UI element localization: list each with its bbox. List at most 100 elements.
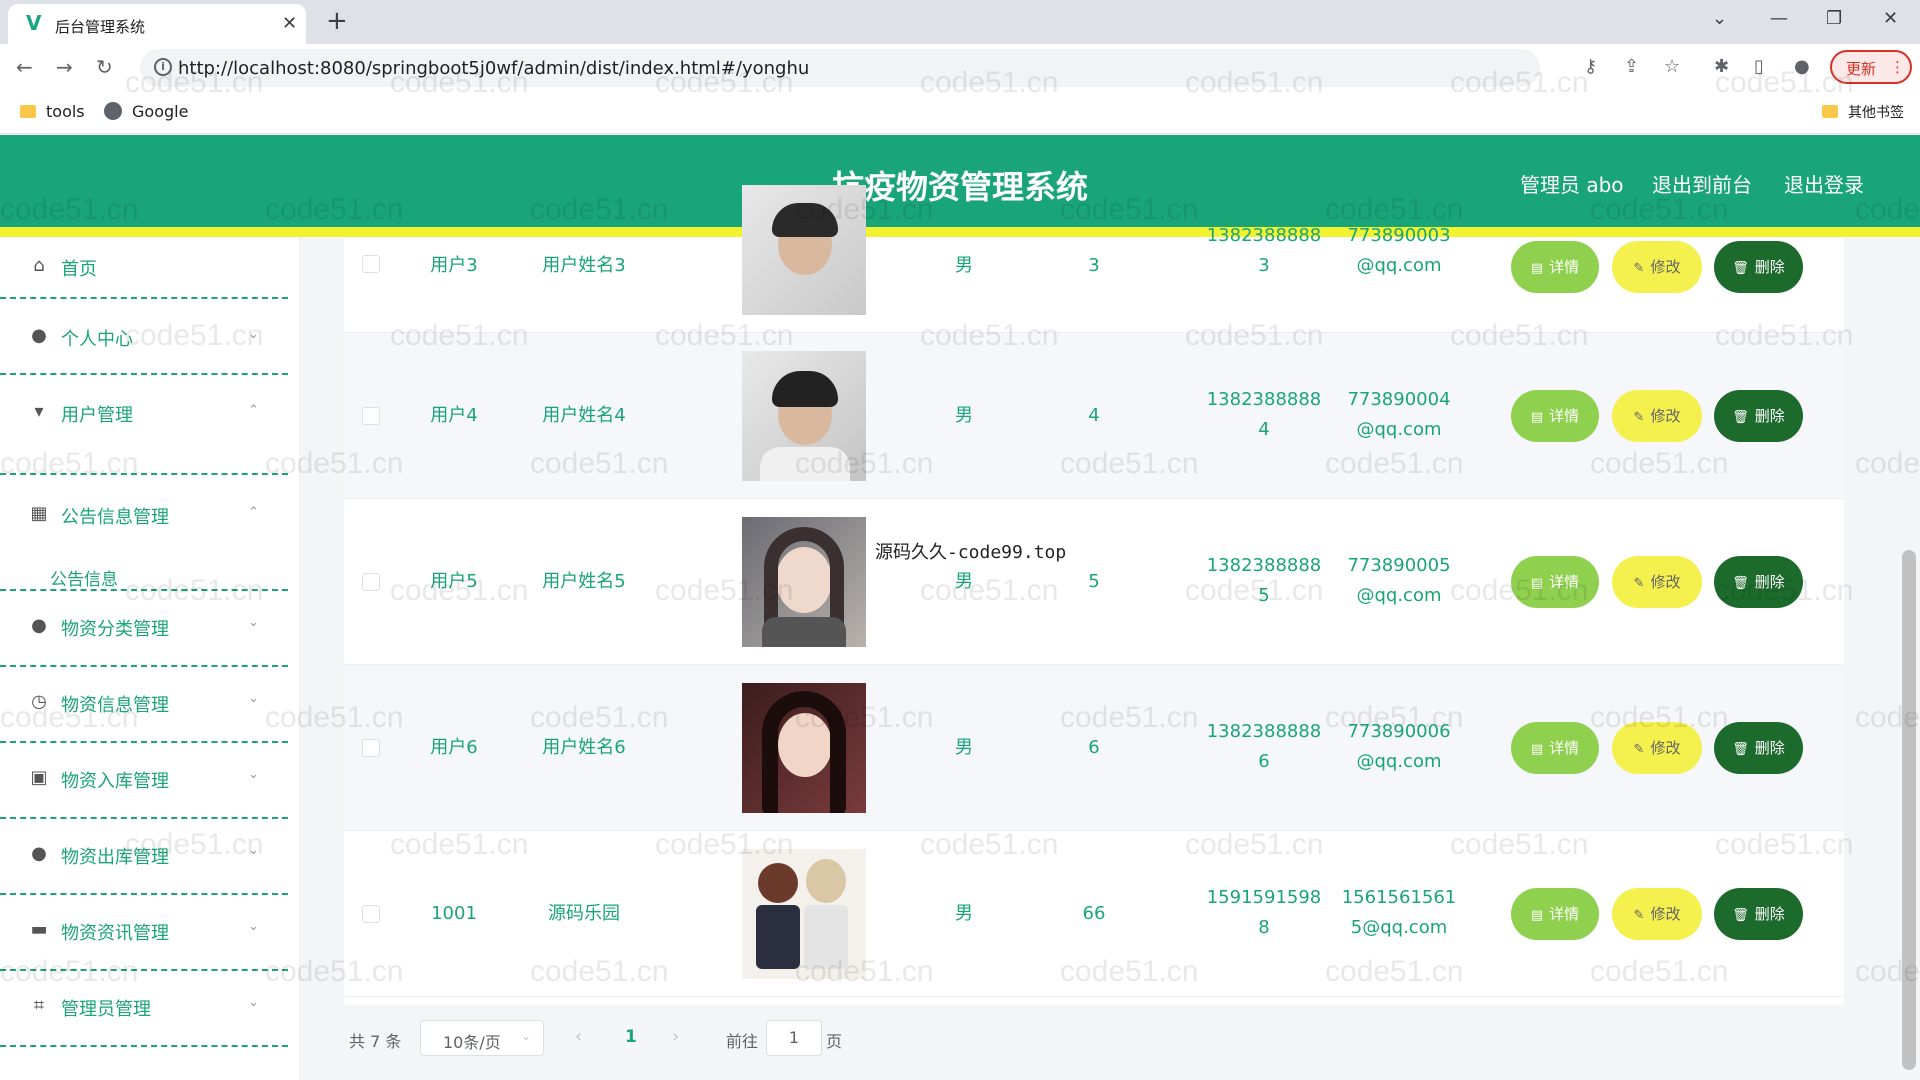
edit-button[interactable]: ✎ 修改 [1612,241,1702,293]
edit-button[interactable]: ✎ 修改 [1612,390,1702,442]
edit-button[interactable]: ✎ 修改 [1612,888,1702,940]
detail-button[interactable]: ▤ 详情 [1511,722,1599,774]
edit-button[interactable]: ✎ 修改 [1612,722,1702,774]
cell-phone: 1382388888 [1206,721,1322,742]
new-tab-icon[interactable]: + [326,6,348,36]
detail-button[interactable]: ▤ 详情 [1511,888,1599,940]
share-icon[interactable]: ⇪ [1624,56,1639,77]
site-info-icon[interactable]: i [154,58,172,76]
pager-page-number[interactable]: 1 [625,1027,637,1047]
sidebar-item-personal[interactable]: ● 个人中心 ⌄ [0,299,288,375]
detail-button[interactable]: ▤ 详情 [1511,556,1599,608]
cell-name: 用户姓名5 [542,571,626,592]
other-bookmarks[interactable]: 其他书签 [1822,102,1904,122]
menu-kebab-icon: ⋮ [1890,58,1905,76]
table-row: 用户5 用户姓名5 男 5 1382388888 5 773890005 @qq… [344,499,1844,665]
delete-button[interactable]: 🗑 删除 [1714,556,1803,608]
cell-account: 用户5 [430,571,478,592]
sidebar-item-material-info[interactable]: ◷ 物资信息管理 ⌄ [0,667,288,743]
cell-email-cont: @qq.com [1356,585,1442,606]
extensions-icon[interactable]: ✱ [1714,56,1729,77]
user-icon: ● [31,615,47,636]
star-icon[interactable]: ☆ [1664,56,1680,77]
detail-button[interactable]: ▤ 详情 [1511,241,1599,293]
url-omnibox[interactable]: i http://localhost:8080/springboot5j0wf/… [140,49,1540,87]
cell-email-cont: 5@qq.com [1350,917,1448,938]
submenu-notice-info[interactable]: 公告信息 [50,565,118,590]
sidebar-item-news[interactable]: ▬ 物资资讯管理 ⌄ [0,895,288,971]
back-icon[interactable]: ← [16,55,33,79]
cell-name: 用户姓名3 [542,255,626,276]
sidebar-item-category[interactable]: ● 物资分类管理 ⌄ [0,591,288,667]
watermark-tooltip: 源码久久-code99.top [875,542,1067,563]
prev-page-icon[interactable]: ‹ [575,1026,582,1047]
url-text[interactable]: http://localhost:8080/springboot5j0wf/ad… [178,58,809,79]
cell-age: 4 [1088,405,1100,426]
cell-email: 1561561561 [1341,887,1457,908]
cell-email-cont: @qq.com [1356,419,1442,440]
sidebar-item-outbound[interactable]: ● 物资出库管理 ⌄ [0,819,288,895]
minimize-icon[interactable]: — [1770,8,1788,29]
sidebar: ⌂ 首页 ● 个人中心 ⌄ ▾ 用户管理 ⌃ ▦ 公告信息管理 ⌃ 公告信息 ●… [0,237,300,1080]
sidebar-item-home[interactable]: ⌂ 首页 [0,237,288,299]
pencil-icon: ✎ [1633,742,1645,757]
sidebar-item-users[interactable]: ▾ 用户管理 ⌃ [0,375,288,475]
cell-name: 用户姓名4 [542,405,626,426]
cell-email: 773890005 [1347,555,1451,576]
delete-button[interactable]: 🗑 删除 [1714,241,1803,293]
reload-icon[interactable]: ↻ [96,55,113,79]
sidebar-item-admins[interactable]: ⌗ 管理员管理 ⌄ [0,971,288,1047]
sidebar-item-notice[interactable]: ▦ 公告信息管理 ⌃ 公告信息 [0,475,288,591]
row-checkbox[interactable] [362,255,380,273]
cell-gender: 男 [955,737,973,758]
update-button[interactable]: 更新 ⋮ [1830,50,1912,84]
cell-phone-cont: 3 [1258,255,1270,276]
cell-account: 用户4 [430,405,478,426]
pager-goto-input[interactable]: 1 [766,1020,822,1056]
restore-icon[interactable]: ❐ [1826,8,1842,29]
user-photo [742,185,866,315]
table-row: 1001 源码乐园 男 66 1591591598 8 1561561561 5… [344,831,1844,997]
delete-button[interactable]: 🗑 删除 [1714,888,1803,940]
edit-button[interactable]: ✎ 修改 [1612,556,1702,608]
row-checkbox[interactable] [362,407,380,425]
update-label: 更新 [1846,60,1877,78]
pager-total: 共 7 条 [349,1032,402,1051]
detail-button[interactable]: ▤ 详情 [1511,390,1599,442]
chevron-down-icon: ⌄ [248,327,259,342]
forward-icon[interactable]: → [56,55,73,79]
folder-icon [20,105,36,118]
close-tab-icon[interactable]: ✕ [282,13,297,34]
table-row: 用户6 用户姓名6 男 6 1382388888 6 773890006 @qq… [344,665,1844,831]
sidepanel-icon[interactable]: ▯ [1754,56,1764,77]
row-checkbox[interactable] [362,573,380,591]
cell-phone-cont: 6 [1258,751,1270,772]
document-icon: ▤ [1530,908,1544,923]
chevron-down-icon: ⌄ [248,995,259,1010]
crop-icon: ⌗ [33,995,45,1016]
pager-unit: 页 [826,1032,843,1051]
bookmark-google[interactable]: Google [104,102,188,121]
bookmark-tools[interactable]: tools [20,102,85,121]
key-icon[interactable]: ⚷ [1584,56,1597,77]
browser-tab[interactable]: V 后台管理系统 ✕ [8,4,306,44]
delete-button[interactable]: 🗑 删除 [1714,390,1803,442]
trash-icon: 🗑 [1732,576,1749,591]
cell-account: 用户3 [430,255,478,276]
cell-email-cont: @qq.com [1356,255,1442,276]
users-icon: ▾ [34,401,44,422]
page-scrollbar[interactable] [1902,550,1916,1070]
row-checkbox[interactable] [362,739,380,757]
next-page-icon[interactable]: › [672,1026,679,1047]
row-checkbox[interactable] [362,905,380,923]
profile-icon[interactable]: ● [1794,56,1810,77]
page-size-select[interactable]: 10条/页 ⌄ [420,1020,544,1056]
sidebar-item-inbound[interactable]: ▣ 物资入库管理 ⌄ [0,743,288,819]
tab-search-chevron-icon[interactable]: ⌄ [1712,8,1727,29]
document-icon: ▤ [1530,576,1544,591]
close-window-icon[interactable]: ✕ [1883,8,1898,29]
delete-button[interactable]: 🗑 删除 [1714,722,1803,774]
trash-icon: 🗑 [1732,261,1749,276]
document-icon: ▤ [1530,742,1544,757]
cell-age: 6 [1088,737,1100,758]
